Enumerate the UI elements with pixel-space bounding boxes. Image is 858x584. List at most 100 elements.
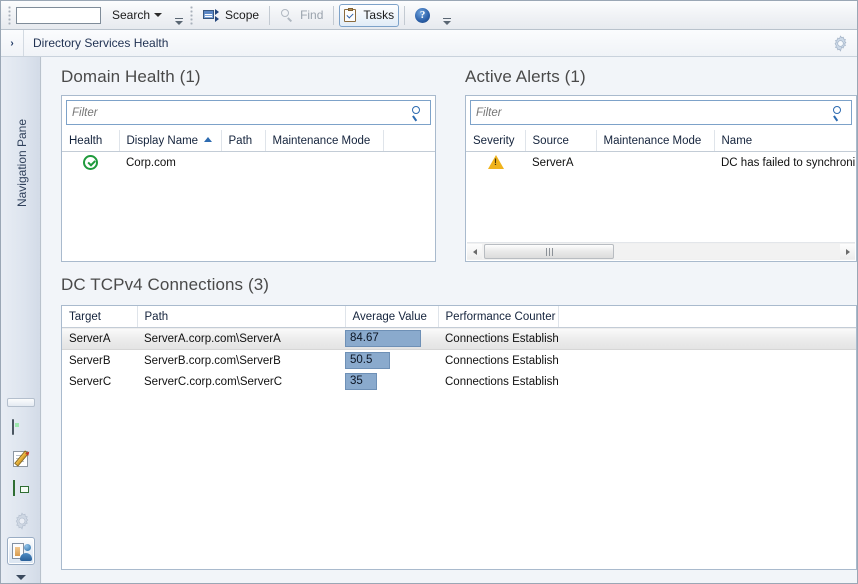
active-alerts-title: Active Alerts (1): [465, 67, 586, 86]
navigation-pane-label: Navigation Pane: [15, 118, 29, 208]
cell-maintenance-mode: [265, 152, 383, 174]
column-header-spacer[interactable]: [383, 130, 435, 152]
toolbar-grip-2[interactable]: [190, 5, 196, 25]
cell-path: ServerC.corp.com\ServerC: [144, 375, 283, 388]
help-button[interactable]: ?: [410, 4, 435, 27]
find-button[interactable]: Find: [275, 4, 328, 27]
navigation-pane: › Navigation Pane: [1, 30, 41, 583]
operations-manager-window: Search Scope Find Tasks ? Navigation Pan…: [0, 0, 858, 584]
domain-health-grid: Health Display Name Path Maintenance Mod…: [62, 130, 435, 173]
scope-icon: [203, 8, 220, 23]
search-input[interactable]: [16, 6, 101, 24]
main-toolbar: Search Scope Find Tasks ?: [1, 1, 857, 30]
toolbar-separator-1: [269, 5, 271, 25]
column-header-source[interactable]: Source: [525, 130, 597, 152]
table-header-row: Severity Source Maintenance Mode Name: [466, 130, 856, 152]
domain-health-panel: Health Display Name Path Maintenance Mod…: [61, 95, 436, 262]
sidebar-item-reporting[interactable]: [7, 475, 35, 503]
column-header-display-name[interactable]: Display Name: [119, 130, 222, 152]
domain-health-filter-row[interactable]: [66, 100, 431, 125]
table-header-row: Target Path Average Value Performance Co…: [62, 306, 856, 328]
search-button[interactable]: Search: [101, 4, 167, 27]
help-circle-icon: ?: [415, 7, 431, 23]
active-alerts-filter-row[interactable]: [470, 100, 852, 125]
column-header-path[interactable]: Path: [221, 130, 266, 152]
table-row[interactable]: ServerC ServerC.corp.com\ServerC 35 Conn…: [62, 371, 856, 392]
sidebar-item-authoring[interactable]: [7, 444, 35, 472]
cell-spacer: [558, 371, 856, 392]
cell-average-value: 84.67: [345, 327, 438, 350]
sidebar-item-monitoring[interactable]: [7, 413, 35, 441]
data-bar-value: 50.5: [350, 354, 373, 366]
table-row[interactable]: ServerB ServerB.corp.com\ServerB 50.5 Co…: [62, 350, 856, 372]
sort-ascending-icon: [204, 136, 213, 142]
sidebar-item-my-workspace[interactable]: [7, 537, 35, 565]
toolbar-separator-2: [333, 5, 335, 25]
tasks-button[interactable]: Tasks: [339, 3, 400, 27]
page-title: Directory Services Health: [33, 36, 169, 50]
cell-spacer: [558, 327, 856, 350]
cell-performance-counter: Connections Established: [438, 327, 558, 350]
scroll-left-button[interactable]: [467, 244, 482, 259]
overflow-bar: [175, 17, 184, 19]
toolbar-overflow-button[interactable]: [443, 6, 452, 25]
gear-icon: [834, 35, 847, 52]
table-row[interactable]: Corp.com: [62, 152, 435, 174]
magnifier-icon: [280, 8, 294, 22]
active-alerts-grid: Severity Source Maintenance Mode Name Se…: [466, 130, 856, 173]
magnifier-icon[interactable]: [829, 104, 847, 122]
grip-ridges-icon: [545, 247, 553, 256]
magnifier-icon[interactable]: [408, 104, 426, 122]
column-header-target[interactable]: Target: [62, 306, 138, 328]
search-label: Search: [112, 8, 151, 22]
search-input[interactable]: [67, 102, 408, 123]
horizontal-scrollbar[interactable]: [467, 242, 855, 260]
cell-source: ServerA: [532, 156, 574, 169]
cell-average-value: 50.5: [345, 350, 438, 372]
cell-target: ServerA: [62, 327, 137, 350]
sidebar-item-administration[interactable]: [7, 506, 35, 534]
column-header-maintenance-mode[interactable]: Maintenance Mode: [596, 130, 715, 152]
column-header-average-value[interactable]: Average Value: [345, 306, 439, 328]
chevron-left-icon: [472, 248, 477, 255]
pencil-document-icon: [13, 450, 32, 468]
cell-health: [62, 152, 119, 174]
breadcrumb-expand-button[interactable]: ›: [1, 38, 23, 49]
toolbar-separator-3: [404, 5, 406, 25]
toolbar-grip[interactable]: [8, 5, 13, 25]
column-header-performance-counter[interactable]: Performance Counter: [438, 306, 559, 328]
search-overflow-button[interactable]: [175, 6, 184, 25]
chevron-down-icon: [154, 13, 163, 17]
column-header-path[interactable]: Path: [137, 306, 346, 328]
scroll-right-button[interactable]: [840, 244, 855, 259]
scrollbar-thumb[interactable]: [484, 244, 614, 259]
column-header-spacer[interactable]: [558, 306, 856, 328]
chevron-down-icon: [16, 574, 26, 580]
cell-average-value: 35: [345, 371, 438, 392]
cell-spacer: [558, 350, 856, 372]
scope-button[interactable]: Scope: [198, 4, 264, 27]
navigation-pane-splitter-handle[interactable]: [7, 398, 35, 407]
column-header-name[interactable]: Name: [714, 130, 856, 152]
column-header-maintenance-mode[interactable]: Maintenance Mode: [265, 130, 384, 152]
search-input[interactable]: [471, 102, 829, 123]
cell-path: ServerB.corp.com\ServerB: [144, 354, 281, 367]
column-header-severity[interactable]: Severity: [466, 130, 526, 152]
active-alerts-panel: Severity Source Maintenance Mode Name Se…: [465, 95, 857, 262]
data-bar: 35: [345, 373, 438, 390]
data-bar-value: 84.67: [350, 332, 379, 344]
data-bar-value: 35: [350, 375, 363, 387]
dc-connections-panel: Target Path Average Value Performance Co…: [61, 305, 857, 570]
clipboard-check-icon: [344, 8, 357, 22]
navigation-pane-more-button[interactable]: [7, 569, 35, 583]
column-header-health[interactable]: Health: [62, 130, 120, 152]
cell-performance-counter: Connections Established: [445, 375, 558, 388]
table-row[interactable]: ServerA ServerA.corp.com\ServerA 84.67 C…: [62, 327, 856, 350]
table-row[interactable]: ServerA DC has failed to synchroni: [466, 152, 856, 174]
scrollbar-track[interactable]: [482, 244, 840, 259]
dc-connections-grid: Target Path Average Value Performance Co…: [62, 306, 856, 392]
cell-display-name: Corp.com: [126, 156, 176, 169]
workspace-buttons: [5, 398, 37, 583]
dc-connections-rows: ServerA ServerA.corp.com\ServerA 84.67 C…: [62, 327, 856, 393]
view-settings-gear-button[interactable]: [832, 35, 849, 52]
